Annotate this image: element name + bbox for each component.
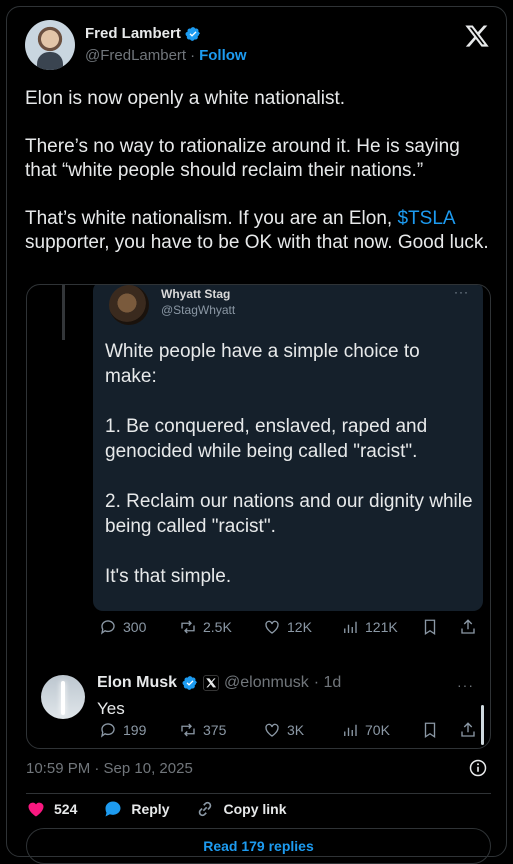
embedded-screenshot[interactable]: Whyatt Stag @StagWhyatt ··· White people… bbox=[26, 284, 491, 749]
reply-icon bbox=[100, 723, 115, 738]
more-options-icon: ··· bbox=[454, 285, 469, 299]
follow-button[interactable]: Follow bbox=[199, 47, 247, 64]
reply-button[interactable]: Reply bbox=[103, 799, 169, 819]
bookmark-icon bbox=[424, 619, 436, 636]
author-handle[interactable]: @FredLambert bbox=[85, 47, 186, 64]
tweet-paragraph: Elon is now openly a white nationalist. bbox=[25, 88, 346, 109]
divider bbox=[26, 793, 491, 794]
scrollbar bbox=[481, 705, 484, 745]
repost-icon bbox=[181, 620, 195, 634]
like-count: 12K bbox=[287, 619, 312, 635]
quoted-author-name: Whyatt Stag bbox=[161, 287, 231, 301]
reply-author-handle: @elonmusk bbox=[224, 674, 309, 691]
tweet-timestamp[interactable]: 10:59 PM · Sep 10, 2025 bbox=[26, 760, 193, 777]
share-icon bbox=[461, 722, 475, 737]
more-options-icon: ··· bbox=[457, 677, 474, 693]
author-handle-row: @FredLambert · Follow bbox=[85, 47, 247, 64]
repost-stat: 2.5K bbox=[179, 618, 232, 636]
quoted-paragraph: 2. Reclaim our nations and our dignity w… bbox=[105, 491, 473, 537]
quoted-tweet-text: White people have a simple choice to mak… bbox=[105, 339, 475, 614]
reply-author-name: Elon Musk bbox=[97, 674, 178, 691]
repost-count: 375 bbox=[203, 722, 227, 738]
tweet-text: Elon is now openly a white nationalist. … bbox=[25, 87, 490, 279]
reply-author-avatar bbox=[41, 675, 85, 719]
reply-stat: 300 bbox=[99, 618, 146, 636]
tweet-text-after-cashtag: supporter, you have to be OK with that n… bbox=[25, 232, 489, 253]
quoted-paragraph: White people have a simple choice to mak… bbox=[105, 341, 420, 387]
like-stat: 12K bbox=[263, 618, 312, 636]
reply-header: Elon Musk @elonmusk · 1d bbox=[97, 674, 341, 692]
like-count: 3K bbox=[287, 722, 305, 738]
views-icon bbox=[344, 621, 357, 633]
x-affiliate-icon bbox=[203, 675, 219, 691]
action-bar: 524 Reply Copy link bbox=[26, 799, 287, 819]
reply-icon bbox=[100, 620, 115, 635]
handle-separator: · bbox=[190, 47, 196, 64]
share-icon bbox=[461, 619, 475, 634]
quoted-tweet-card: Whyatt Stag @StagWhyatt ··· White people… bbox=[93, 285, 483, 614]
cashtag-link[interactable]: $TSLA bbox=[397, 208, 454, 229]
like-count: 524 bbox=[54, 801, 78, 817]
like-stat: 3K bbox=[263, 721, 304, 739]
thread-connector-line bbox=[62, 285, 65, 340]
views-count: 70K bbox=[365, 722, 390, 738]
reply-count: 300 bbox=[123, 619, 147, 635]
views-icon bbox=[344, 724, 357, 736]
reply-text: Yes bbox=[97, 699, 125, 718]
reply-count: 199 bbox=[123, 722, 147, 738]
author-name[interactable]: Fred Lambert bbox=[85, 25, 181, 42]
author-name-row: Fred Lambert bbox=[85, 25, 201, 42]
copy-link-button[interactable]: Copy link bbox=[195, 799, 287, 819]
repost-stat: 375 bbox=[179, 721, 226, 739]
heart-icon bbox=[265, 723, 279, 737]
x-logo-icon[interactable] bbox=[464, 23, 490, 49]
bookmark-icon bbox=[424, 722, 436, 739]
verified-badge-icon bbox=[185, 26, 200, 41]
views-count: 121K bbox=[365, 619, 398, 635]
like-button[interactable]: 524 bbox=[26, 799, 77, 819]
reply-time: · 1d bbox=[313, 674, 342, 691]
tweet-card: Fred Lambert @FredLambert · Follow Elon … bbox=[6, 6, 507, 864]
heart-icon bbox=[28, 802, 44, 817]
reply-icon bbox=[105, 801, 121, 817]
quoted-author-handle: @StagWhyatt bbox=[161, 303, 236, 317]
tweet-text-before-cashtag: That’s white nationalism. If you are an … bbox=[25, 208, 398, 229]
reply-label: Reply bbox=[131, 801, 170, 817]
verified-badge-icon bbox=[182, 676, 197, 690]
quoted-author-avatar bbox=[109, 285, 149, 325]
tweet-paragraph-last: That’s white nationalism. If you are an … bbox=[25, 207, 490, 255]
repost-icon bbox=[181, 723, 195, 737]
read-replies-button[interactable]: Read 179 replies bbox=[26, 828, 491, 864]
quoted-paragraph: It's that simple. bbox=[105, 566, 232, 587]
views-stat: 121K bbox=[341, 618, 398, 636]
link-icon bbox=[199, 801, 212, 817]
reply-stat: 199 bbox=[99, 721, 146, 739]
author-avatar[interactable] bbox=[25, 20, 75, 70]
heart-icon bbox=[265, 620, 279, 634]
copy-link-label: Copy link bbox=[223, 801, 287, 817]
quoted-paragraph: 1. Be conquered, enslaved, raped and gen… bbox=[105, 416, 428, 462]
info-icon[interactable] bbox=[468, 758, 488, 778]
repost-count: 2.5K bbox=[203, 619, 232, 635]
views-stat: 70K bbox=[341, 721, 390, 739]
tweet-paragraph: There’s no way to rationalize around it.… bbox=[25, 136, 460, 181]
